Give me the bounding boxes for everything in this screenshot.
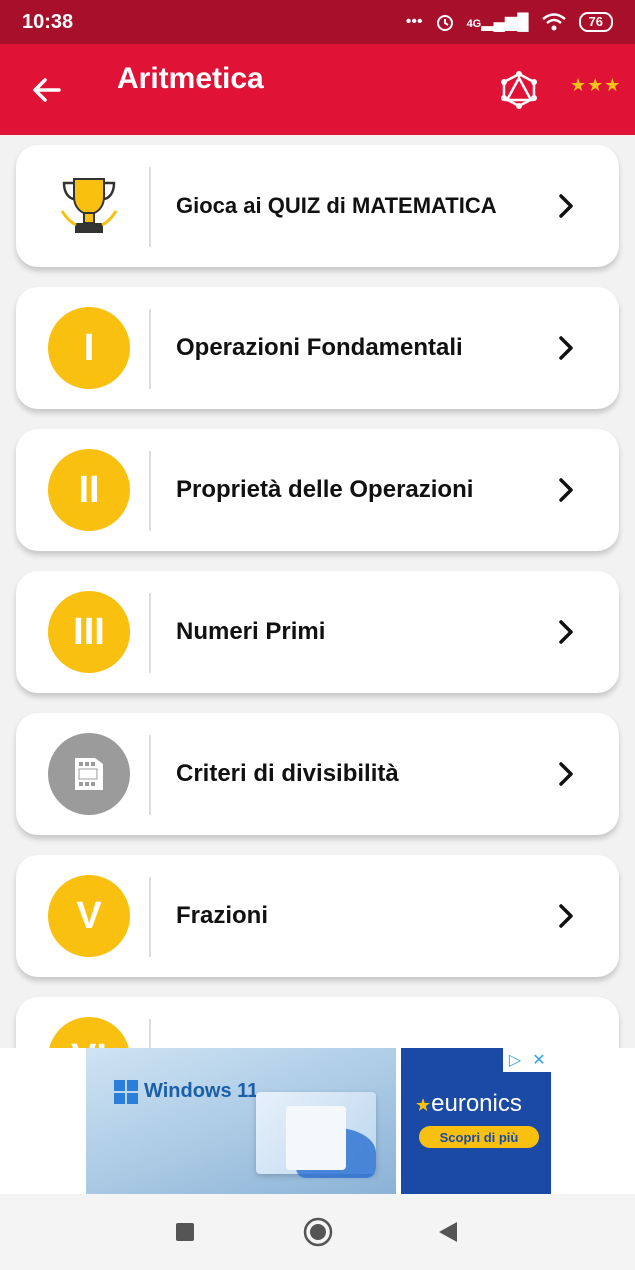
chevron-right-icon bbox=[559, 620, 573, 644]
star-icon: ★ bbox=[587, 75, 604, 95]
status-time: 10:38 bbox=[22, 10, 74, 33]
ad-cta-button[interactable]: Scopri di più bbox=[419, 1126, 539, 1148]
ad-banner: Windows 11 ▷ ✕ ★euronics Scopri di più bbox=[0, 1048, 635, 1194]
ad-badges: ▷ ✕ bbox=[503, 1048, 551, 1072]
topic-card[interactable]: II Proprietà delle Operazioni bbox=[16, 429, 619, 551]
status-bar: 10:38 ••• 4G▂▄▆█ 76 bbox=[0, 0, 635, 44]
divider bbox=[149, 451, 151, 531]
roman-numeral-badge: VI bbox=[48, 1017, 130, 1048]
hexagon-network-icon bbox=[501, 71, 537, 109]
ad-headline: Windows 11 bbox=[144, 1080, 259, 1102]
divider bbox=[149, 593, 151, 673]
recents-button[interactable] bbox=[170, 1217, 200, 1247]
star-icon: ★ bbox=[415, 1095, 432, 1115]
square-icon bbox=[176, 1223, 194, 1241]
divider bbox=[149, 1019, 151, 1048]
chevron-right-icon bbox=[559, 194, 573, 218]
card-label: Operazioni Fondamentali bbox=[176, 334, 463, 361]
topic-card[interactable]: I Operazioni Fondamentali bbox=[16, 287, 619, 409]
divider bbox=[149, 877, 151, 957]
star-icon: ★ bbox=[570, 75, 587, 95]
topic-card[interactable]: III Numeri Primi bbox=[16, 571, 619, 693]
card-label: Numeri Primi bbox=[176, 618, 326, 645]
system-nav-bar bbox=[0, 1194, 635, 1270]
status-icons: ••• 4G▂▄▆█ 76 bbox=[406, 12, 613, 32]
roman-numeral-badge: I bbox=[48, 307, 130, 389]
rating-stars[interactable]: ★ ★ ★ bbox=[570, 76, 620, 94]
topic-card[interactable]: VI bbox=[16, 997, 619, 1048]
brand-logo: ★euronics bbox=[415, 1090, 522, 1117]
divider bbox=[149, 167, 151, 247]
windows-logo-icon bbox=[114, 1080, 138, 1104]
topic-card[interactable]: Criteri di divisibilità bbox=[16, 713, 619, 835]
chevron-right-icon bbox=[559, 336, 573, 360]
card-label: Gioca ai QUIZ di MATEMATICA bbox=[176, 193, 497, 218]
trophy-icon bbox=[48, 165, 130, 247]
back-nav-button[interactable] bbox=[433, 1217, 463, 1247]
film-icon bbox=[48, 733, 130, 815]
chevron-right-icon bbox=[559, 904, 573, 928]
ad-choices-icon[interactable]: ▷ bbox=[503, 1048, 527, 1072]
topic-card[interactable]: V Frazioni bbox=[16, 855, 619, 977]
graph-button[interactable] bbox=[500, 70, 538, 110]
card-label: Frazioni bbox=[176, 902, 269, 929]
ad-sponsor[interactable]: ▷ ✕ ★euronics Scopri di più bbox=[401, 1048, 551, 1194]
close-icon[interactable]: ✕ bbox=[527, 1048, 551, 1072]
home-button[interactable] bbox=[303, 1217, 333, 1247]
divider bbox=[149, 309, 151, 389]
circle-icon bbox=[303, 1217, 333, 1247]
ad-image[interactable]: Windows 11 bbox=[86, 1048, 396, 1194]
topic-list: Gioca ai QUIZ di MATEMATICA I Operazioni… bbox=[0, 135, 635, 1048]
start-menu-graphic bbox=[286, 1106, 346, 1170]
roman-numeral-badge: III bbox=[48, 591, 130, 673]
roman-numeral-badge: V bbox=[48, 875, 130, 957]
triangle-left-icon bbox=[439, 1222, 457, 1242]
divider bbox=[149, 735, 151, 815]
quiz-card[interactable]: Gioca ai QUIZ di MATEMATICA bbox=[16, 145, 619, 267]
alarm-icon bbox=[436, 15, 453, 31]
chevron-right-icon bbox=[559, 478, 573, 502]
card-label: Criteri di divisibilità bbox=[176, 760, 399, 787]
app-bar: Aritmetica ★ ★ ★ bbox=[0, 44, 635, 135]
wifi-icon bbox=[541, 13, 566, 31]
card-label: Proprietà delle Operazioni bbox=[176, 476, 474, 503]
star-icon: ★ bbox=[604, 75, 621, 95]
arrow-left-icon bbox=[33, 78, 61, 102]
battery-indicator: 76 bbox=[578, 12, 613, 32]
roman-numeral-badge: II bbox=[48, 449, 130, 531]
chevron-right-icon bbox=[559, 762, 573, 786]
back-button[interactable] bbox=[26, 70, 66, 110]
signal-icon: 4G▂▄▆█ bbox=[466, 14, 529, 31]
page-title: Aritmetica bbox=[117, 62, 264, 95]
more-notifications-icon: ••• bbox=[405, 13, 423, 30]
